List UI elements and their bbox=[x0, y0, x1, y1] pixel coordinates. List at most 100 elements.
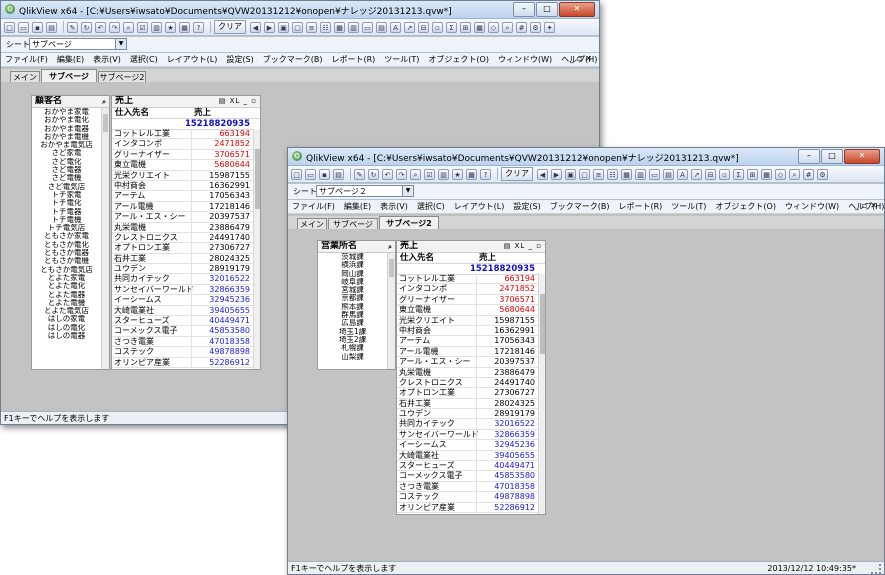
table-row[interactable]: スターヒューズ 40449471 bbox=[112, 316, 253, 327]
column-header-supplier[interactable]: 仕入先名 bbox=[400, 253, 434, 263]
supplier-name[interactable]: 中村商会 bbox=[114, 181, 146, 191]
search-icon[interactable]: ⌕ bbox=[123, 21, 134, 33]
chart-icon[interactable]: ▥ bbox=[438, 168, 449, 180]
menu-layout[interactable]: レイアウト(L) bbox=[167, 54, 218, 65]
tab-main[interactable]: メイン bbox=[10, 71, 40, 82]
supplier-name[interactable]: グリーナイザー bbox=[399, 295, 455, 305]
bookmark-icon[interactable]: ★ bbox=[165, 21, 176, 33]
column-header-sales[interactable]: 売上 bbox=[479, 253, 496, 263]
table-row[interactable]: アール電機 17218146 bbox=[112, 201, 253, 213]
table-row[interactable]: さつき電業 47018358 bbox=[397, 481, 538, 493]
menu-file[interactable]: ファイル(F) bbox=[292, 201, 335, 212]
supplier-name[interactable]: オプトロン工業 bbox=[399, 388, 455, 398]
listbox-item[interactable]: 京都課 bbox=[318, 294, 387, 302]
supplier-name[interactable]: 大崎電業社 bbox=[114, 306, 154, 316]
table-row[interactable]: コットレル工業 663194 bbox=[397, 274, 538, 285]
menu-bookmarks[interactable]: ブックマーク(B) bbox=[263, 54, 323, 65]
listbox-item[interactable]: ともさか家電 bbox=[32, 232, 101, 240]
table-row[interactable]: 丸栄電機 23886479 bbox=[112, 222, 253, 233]
search-object-icon[interactable]: ⌕ bbox=[502, 21, 513, 33]
chart-new-icon[interactable]: ▥ bbox=[348, 21, 359, 33]
design-grid-icon[interactable]: # bbox=[516, 21, 527, 33]
print-icon[interactable]: ▤ bbox=[46, 21, 57, 33]
button-object-icon[interactable]: ▫ bbox=[719, 168, 730, 180]
supplier-name[interactable]: 石井工業 bbox=[114, 254, 146, 264]
listbox-item[interactable]: とよた電器 bbox=[32, 291, 101, 299]
table-scrollbar[interactable] bbox=[538, 274, 545, 514]
line-arrow-icon[interactable]: ↗ bbox=[404, 21, 415, 33]
chart-caption[interactable]: 売上 ▤ XL _ ▫ bbox=[397, 241, 545, 253]
supplier-name[interactable]: 共同カイテック bbox=[114, 274, 170, 284]
caption-controls-icon[interactable]: ▤ XL _ ▫ bbox=[219, 96, 257, 107]
table-row[interactable]: オリンピア産業 52286912 bbox=[112, 357, 253, 368]
table-row[interactable]: さつき電業 47018358 bbox=[112, 336, 253, 348]
supplier-name[interactable]: イーシームス bbox=[399, 440, 447, 450]
listbox-item[interactable]: ともさか電化 bbox=[32, 241, 101, 249]
supplier-name[interactable]: 共同カイテック bbox=[399, 419, 455, 429]
chevron-down-icon[interactable]: ▼ bbox=[402, 186, 413, 196]
select-icon[interactable]: ☑ bbox=[424, 168, 435, 180]
supplier-name[interactable]: ユウデン bbox=[399, 409, 431, 419]
redo-icon[interactable]: ↷ bbox=[109, 21, 120, 33]
table-row[interactable]: アール・エス・シー 20397537 bbox=[112, 212, 253, 223]
undo-icon[interactable]: ↶ bbox=[382, 168, 393, 180]
supplier-name[interactable]: コステック bbox=[399, 492, 439, 502]
listbox-icon[interactable]: ≡ bbox=[306, 21, 317, 33]
listbox-item[interactable]: 岐阜課 bbox=[318, 278, 387, 286]
supplier-name[interactable]: コーメックス電子 bbox=[114, 326, 177, 336]
tab-subpage2[interactable]: サブページ2 bbox=[98, 71, 146, 82]
customer-listbox[interactable]: 顧客名 ⌕ おかやま家電 おかやま電化 おかやま電器 おかやま電機 おかやま電気店 さど家電… bbox=[31, 95, 110, 370]
listbox-item[interactable]: さど電器 bbox=[32, 166, 101, 174]
table-row[interactable]: 光栄クリエイト 15987155 bbox=[397, 315, 538, 326]
table-row[interactable]: 大崎電業社 39405655 bbox=[397, 450, 538, 462]
scrollbar-thumb[interactable] bbox=[255, 149, 260, 209]
minimize-button[interactable]: – bbox=[513, 2, 535, 17]
sheet-dropdown[interactable]: サブページ２ ▼ bbox=[316, 185, 414, 197]
table-row[interactable]: スターヒューズ 40449471 bbox=[397, 461, 538, 472]
line-arrow-icon[interactable]: ↗ bbox=[691, 168, 702, 180]
supplier-name[interactable]: スターヒューズ bbox=[114, 316, 170, 326]
listbox-item[interactable]: 群馬課 bbox=[318, 311, 387, 319]
bookmark-icon[interactable]: ★ bbox=[452, 168, 463, 180]
listbox-item[interactable]: さど電機 bbox=[32, 174, 101, 182]
table-row[interactable]: グリーナイザー 3706571 bbox=[112, 149, 253, 161]
table-row[interactable]: アーテム 17056343 bbox=[397, 336, 538, 347]
bookmark-object-icon[interactable]: ◇ bbox=[775, 168, 786, 180]
slider-icon[interactable]: ⊟ bbox=[418, 21, 429, 33]
listbox-item[interactable]: おかやま電器 bbox=[32, 125, 101, 133]
listbox-scrollbar[interactable] bbox=[387, 253, 395, 369]
table-header[interactable]: 仕入先名 売上 bbox=[112, 108, 260, 119]
supplier-name[interactable]: アール・エス・シー bbox=[114, 212, 186, 222]
statistics-icon[interactable]: Σ bbox=[446, 21, 457, 33]
listbox-item[interactable]: とよた家電 bbox=[32, 274, 101, 282]
reload-icon[interactable]: ↻ bbox=[368, 168, 379, 180]
title-bar[interactable]: Q QlikView x64 - [C:¥Users¥iwsato¥Docume… bbox=[288, 148, 884, 166]
caption-controls-icon[interactable]: ▤ XL _ ▫ bbox=[504, 241, 542, 252]
supplier-name[interactable]: 丸栄電機 bbox=[399, 368, 431, 378]
column-header-sales[interactable]: 売上 bbox=[194, 108, 211, 118]
listbox-item[interactable]: さど電化 bbox=[32, 158, 101, 166]
menu-object[interactable]: オブジェクト(O) bbox=[715, 201, 776, 212]
table-row[interactable]: コステック 49878898 bbox=[112, 347, 253, 358]
open-icon[interactable]: ▭ bbox=[18, 21, 29, 33]
menu-view[interactable]: 表示(V) bbox=[380, 201, 408, 212]
supplier-name[interactable]: オリンピア産業 bbox=[399, 503, 455, 513]
table-row[interactable]: アーテム 17056343 bbox=[112, 191, 253, 202]
text-object-icon[interactable]: A bbox=[390, 21, 401, 33]
supplier-name[interactable]: インタコンポ bbox=[399, 284, 447, 294]
supplier-name[interactable]: さつき電業 bbox=[399, 482, 439, 492]
supplier-name[interactable]: クレストロニクス bbox=[399, 378, 463, 388]
table-row[interactable]: オリンピア産業 52286912 bbox=[397, 502, 538, 513]
listbox-item[interactable]: おかやま家電 bbox=[32, 108, 101, 116]
table-icon[interactable]: ▦ bbox=[179, 21, 190, 33]
menu-tools[interactable]: ツール(T) bbox=[671, 201, 706, 212]
close-button[interactable]: ✕ bbox=[844, 149, 880, 164]
listbox-item[interactable]: さど電気店 bbox=[32, 183, 101, 191]
table-row[interactable]: 中村商会 16362991 bbox=[397, 325, 538, 337]
edit-script-icon[interactable]: ✎ bbox=[354, 168, 365, 180]
new-icon[interactable]: □ bbox=[291, 168, 302, 180]
tab-subpage2[interactable]: サブページ2 bbox=[379, 216, 439, 229]
table-row[interactable]: 光栄クリエイト 15987155 bbox=[112, 170, 253, 181]
sheet-dropdown[interactable]: サブページ ▼ bbox=[29, 38, 127, 50]
listbox-item[interactable]: はしの家電 bbox=[32, 315, 101, 323]
